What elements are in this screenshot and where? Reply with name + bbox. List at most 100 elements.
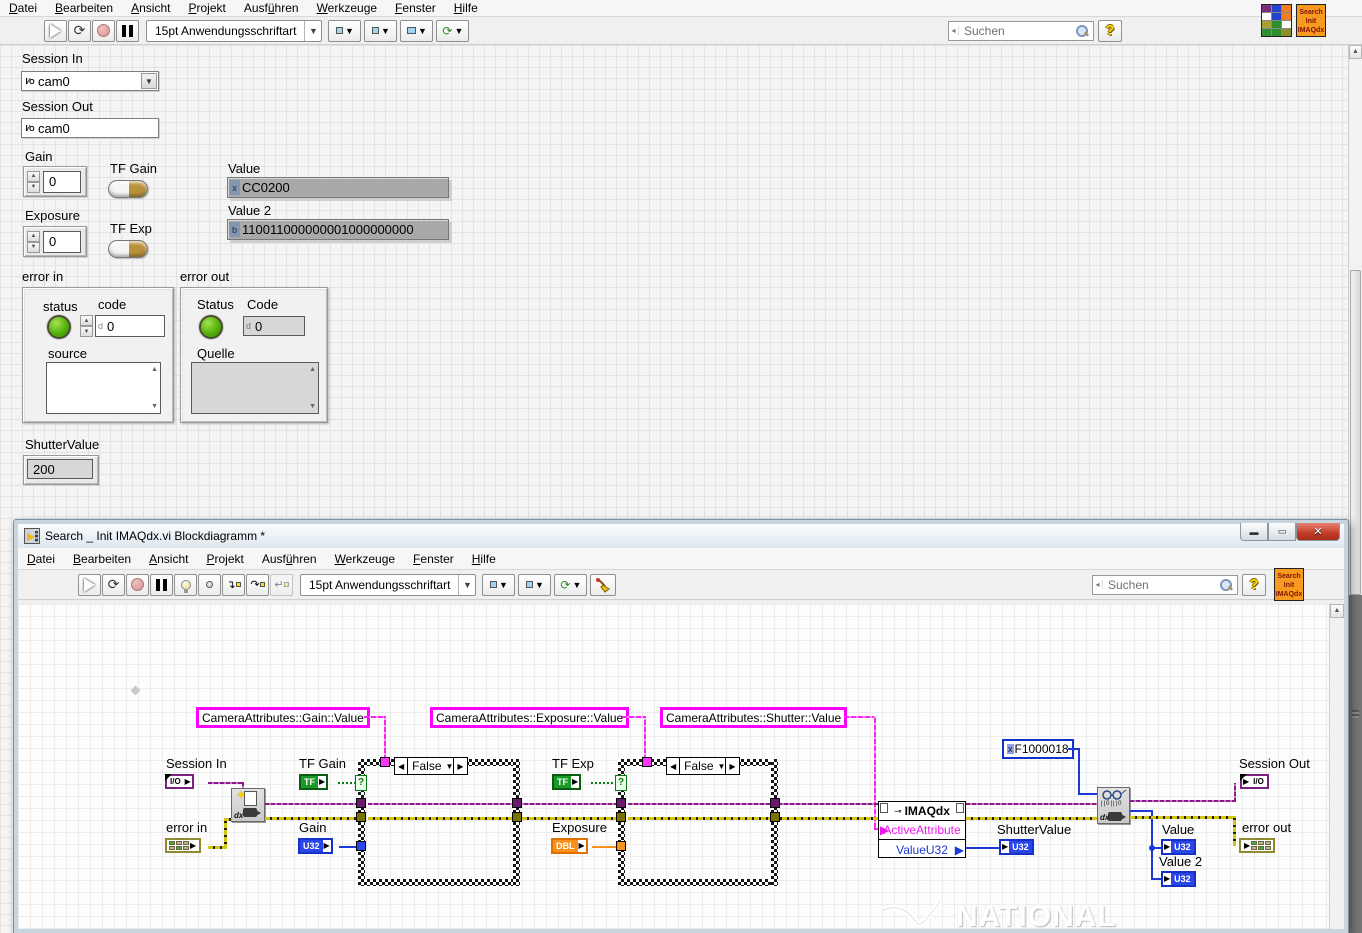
error-out-code-field[interactable]: d 0 <box>243 316 305 336</box>
connector-pane-icon[interactable] <box>1261 4 1292 37</box>
font-selector-dropdown[interactable]: ▼ <box>304 20 321 41</box>
tunnel-error-left[interactable] <box>616 812 626 822</box>
session-in-control[interactable]: I⁄O cam0 ▼ <box>21 71 159 91</box>
bd-value2-terminal[interactable]: ▶ U32 <box>1161 871 1196 887</box>
bd-vertical-scrollbar[interactable]: ▲ <box>1329 604 1344 929</box>
case-selector-tunnel[interactable]: ? <box>355 775 367 791</box>
gain-spinner[interactable]: ▲ ▼ <box>27 170 40 193</box>
gain-value[interactable]: 0 <box>43 170 81 193</box>
wire-int-value2[interactable] <box>1151 878 1161 880</box>
menu-item[interactable]: Bearbeiten <box>64 551 140 567</box>
tunnel-session-right[interactable] <box>512 798 522 808</box>
run-button[interactable] <box>78 573 101 596</box>
bd-session-out-terminal[interactable]: ▶ I/O <box>1240 774 1269 789</box>
tunnel-int-left[interactable] <box>356 841 366 851</box>
scrollbar-up-icon[interactable]: ▲ <box>1330 604 1344 618</box>
align-objects-button[interactable]: ▼ <box>482 573 516 596</box>
wire-session[interactable] <box>265 803 358 805</box>
bd-error-in-terminal[interactable]: ▶ <box>165 838 202 853</box>
scroll-down-icon[interactable]: ▼ <box>151 403 158 410</box>
scroll-down-icon[interactable]: ▼ <box>309 403 316 410</box>
case2-selector[interactable]: ◀ False ▼ ▶ <box>666 757 740 775</box>
attr-label-exposure[interactable]: CameraAttributes::Exposure::Value <box>430 707 630 728</box>
run-button[interactable] <box>44 19 67 42</box>
fp-vertical-scrollbar[interactable]: ▲ <box>1348 45 1362 933</box>
close-button[interactable]: ✕ <box>1296 523 1340 541</box>
run-continuous-button[interactable]: ⟳ <box>68 19 91 42</box>
vi-icon[interactable]: Search Init IMAQdx <box>1296 4 1326 37</box>
value-radix[interactable]: x <box>229 180 240 195</box>
property-value-u32[interactable]: ValueU32 ▶ <box>879 840 965 859</box>
case-selector-tunnel[interactable]: ? <box>615 775 627 791</box>
wire-int-value[interactable] <box>1151 847 1161 849</box>
hex-constant[interactable]: x F1000018 <box>1002 739 1074 759</box>
tf-exp-switch[interactable] <box>108 240 148 258</box>
case2-selector-value[interactable]: False <box>680 759 717 773</box>
imaqdx-read-attributes-node[interactable]: ||0|||0 dx <box>1097 787 1130 824</box>
abort-button[interactable] <box>126 573 149 596</box>
pause-button[interactable] <box>116 19 139 42</box>
case1-selector-value[interactable]: False <box>408 759 445 773</box>
menu-item[interactable]: Hilfe <box>463 551 505 567</box>
attr-label-shutter[interactable]: CameraAttributes::Shutter::Value <box>660 707 848 728</box>
wire-session[interactable] <box>1234 783 1236 802</box>
fp-search-handle[interactable]: ◂ <box>949 26 959 35</box>
tf-gain-switch[interactable] <box>108 180 148 198</box>
property-active-attribute[interactable]: ▶ ActiveAttribute <box>879 821 965 840</box>
menu-item[interactable]: Werkzeuge <box>308 0 386 16</box>
bd-search-handle[interactable]: ◂ <box>1093 580 1103 589</box>
attr-label-gain[interactable]: CameraAttributes::Gain::Value <box>196 707 370 728</box>
wire-error[interactable] <box>1130 816 1236 819</box>
distribute-objects-button[interactable]: ▼ <box>364 19 398 42</box>
menu-item[interactable]: Projekt <box>197 551 252 567</box>
case-structure-2[interactable]: ◀ False ▼ ▶ ? <box>615 757 780 886</box>
fp-scrollbar-lower[interactable] <box>1349 595 1362 933</box>
menu-item[interactable]: Ansicht <box>140 551 197 567</box>
step-out-button[interactable]: ↵ <box>270 573 293 596</box>
wire-error[interactable] <box>224 818 227 849</box>
menu-item[interactable]: Datei <box>0 0 46 16</box>
abort-button[interactable] <box>92 19 115 42</box>
clean-up-diagram-button[interactable] <box>590 573 617 596</box>
tunnel-error-right[interactable] <box>770 812 780 822</box>
menu-item[interactable]: Werkzeuge <box>326 551 404 567</box>
error-in-source-field[interactable]: ▲ ▼ <box>46 362 161 414</box>
session-out-indicator[interactable]: I⁄O cam0 <box>21 118 159 138</box>
error-out-source-field[interactable]: ▲ ▼ <box>191 362 319 414</box>
tunnel-session-left[interactable] <box>356 798 366 808</box>
wire-error[interactable] <box>966 817 1097 820</box>
bd-session-in-terminal[interactable]: I/O ▶ <box>165 774 194 789</box>
menu-item[interactable]: Fenster <box>404 551 463 567</box>
wire-error[interactable] <box>265 817 358 820</box>
value2-radix[interactable]: b <box>229 222 240 237</box>
exposure-value[interactable]: 0 <box>43 230 81 253</box>
menu-item[interactable]: Datei <box>18 551 64 567</box>
font-selector-dropdown[interactable]: ▼ <box>458 574 475 595</box>
wire-session[interactable] <box>1130 800 1236 802</box>
wire-int-constant[interactable] <box>1078 793 1097 795</box>
reorder-button[interactable]: ⟳ ▼ <box>554 573 588 596</box>
menu-item[interactable]: Fenster <box>386 0 445 16</box>
tunnel-pink[interactable] <box>642 757 652 767</box>
menu-item[interactable]: Ausführen <box>253 551 326 567</box>
case-prev-icon[interactable]: ◀ <box>667 758 681 774</box>
wire-pink-shutter[interactable] <box>874 716 876 828</box>
wire-int-shutter[interactable] <box>966 847 999 849</box>
distribute-objects-button[interactable]: ▼ <box>518 573 552 596</box>
font-selector[interactable]: 15pt Anwendungsschriftart ▼ <box>300 573 477 596</box>
error-in-code-radix[interactable]: d <box>98 321 103 331</box>
step-over-button[interactable]: ↷ <box>246 573 269 596</box>
property-node-header[interactable]: ⊸ IMAQdx <box>879 802 965 821</box>
tunnel-session-left[interactable] <box>616 798 626 808</box>
align-objects-button[interactable]: ▼ <box>328 19 362 42</box>
tunnel-error-right[interactable] <box>512 812 522 822</box>
retain-wire-values-button[interactable] <box>198 573 221 596</box>
constant-value[interactable]: F1000018 <box>1015 742 1069 756</box>
menu-item[interactable]: Hilfe <box>445 0 487 16</box>
value2-indicator[interactable]: b 110011000000001000000000 <box>227 219 449 240</box>
bd-titlebar[interactable]: Search _ Init IMAQdx.vi Blockdiagramm * … <box>18 523 1344 548</box>
menu-item[interactable]: Bearbeiten <box>46 0 122 16</box>
gain-control[interactable]: ▲ ▼ 0 <box>23 166 87 197</box>
vi-icon[interactable]: Search Init IMAQdx <box>1274 568 1304 601</box>
menu-item[interactable]: Projekt <box>179 0 234 16</box>
